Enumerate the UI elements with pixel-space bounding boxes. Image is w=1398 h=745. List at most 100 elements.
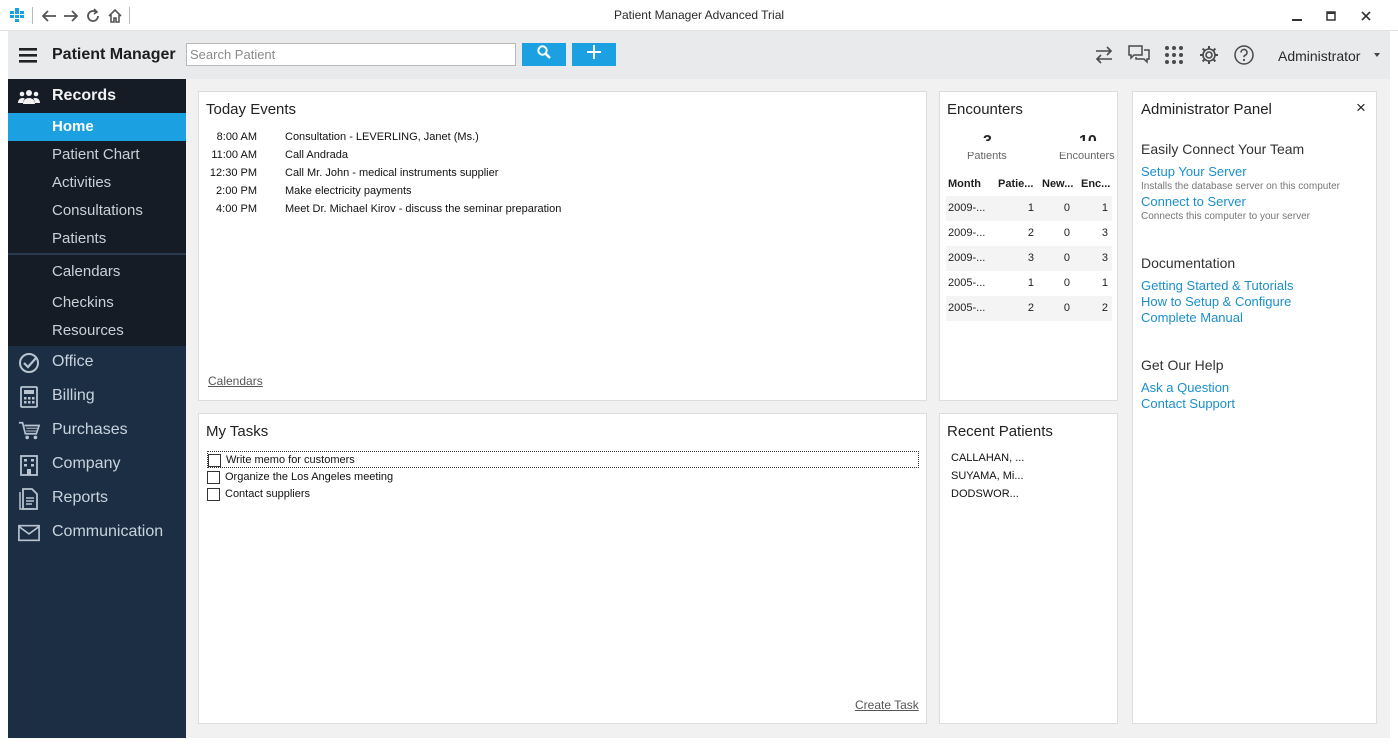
sidebar-item-activities[interactable]: Activities (8, 169, 186, 197)
task-label: Organize the Los Angeles meeting (225, 471, 394, 483)
sidebar-section-communication[interactable]: Communication (8, 515, 186, 549)
sidebar-item-patient-chart[interactable]: Patient Chart (8, 141, 186, 169)
user-menu[interactable]: Administrator (1278, 48, 1360, 64)
sidebar-item-patients[interactable]: Patients (8, 225, 186, 253)
task-checkbox[interactable] (207, 471, 220, 484)
table-row[interactable]: 2009-... 2 0 3 (946, 221, 1112, 246)
table-cell: 2009-... (948, 202, 986, 214)
table-cell: 2 (1027, 302, 1034, 314)
gear-icon[interactable] (1198, 44, 1220, 66)
recent-patients-title: Recent Patients (947, 423, 1053, 440)
sidebar-item-consultations[interactable]: Consultations (8, 197, 186, 225)
event-row[interactable]: 2:00 PM Make electricity payments (199, 185, 919, 203)
column-header[interactable]: Month (948, 178, 992, 190)
task-item[interactable]: Organize the Los Angeles meeting (207, 469, 919, 486)
encounters-table: Month Patie... New... Enc... 2009-... 1 … (946, 172, 1112, 321)
sidebar-section-records[interactable]: Records (8, 79, 186, 113)
connect-server-note: Connects this computer to your server (1141, 211, 1310, 222)
table-row[interactable]: 2009-... 3 0 3 (946, 246, 1112, 271)
chevron-down-icon[interactable] (1374, 53, 1380, 57)
admin-panel-title: Administrator Panel (1141, 101, 1272, 118)
task-label: Write memo for customers (226, 454, 355, 466)
search-input[interactable] (186, 43, 516, 66)
table-cell: 1 (1101, 202, 1108, 214)
sidebar-item-label: Resources (52, 322, 124, 339)
minimize-button[interactable] (1284, 6, 1310, 26)
table-cell: 0 (1063, 302, 1070, 314)
records-label: Records (52, 87, 117, 104)
sidebar-item-home[interactable]: Home (8, 113, 186, 141)
task-checkbox[interactable] (208, 454, 221, 467)
sidebar-item-checkins[interactable]: Checkins (8, 289, 186, 317)
close-icon[interactable]: × (1356, 98, 1366, 118)
event-row[interactable]: 11:00 AM Call Andrada (199, 149, 919, 167)
window-title: Patient Manager Advanced Trial (613, 8, 785, 22)
sidebar-section-reports[interactable]: Reports (8, 481, 186, 515)
table-row[interactable]: 2005-... 1 0 1 (946, 271, 1112, 296)
column-header[interactable]: Patie... (998, 178, 1033, 190)
event-row[interactable]: 12:30 PM Call Mr. John - medical instrum… (199, 167, 919, 185)
table-cell: 2009-... (948, 227, 986, 239)
sidebar-section-company[interactable]: Company (8, 447, 186, 481)
sidebar-item-resources[interactable]: Resources (8, 317, 186, 345)
search-icon (537, 45, 551, 64)
hamburger-menu-icon[interactable] (18, 45, 38, 65)
sidebar-section-billing[interactable]: Billing (8, 379, 186, 413)
column-header[interactable]: New... (1042, 178, 1073, 190)
task-item[interactable]: Write memo for customers (207, 451, 919, 468)
create-task-link[interactable]: Create Task (855, 698, 919, 712)
table-row[interactable]: 2009-... 1 0 1 (946, 196, 1112, 221)
table-cell: 2 (1027, 227, 1034, 239)
event-time: 12:30 PM (209, 167, 257, 179)
close-window-button[interactable] (1353, 6, 1379, 26)
sidebar-section-office[interactable]: Office (8, 345, 186, 379)
sidebar-section-purchases[interactable]: Purchases (8, 413, 186, 447)
event-text: Meet Dr. Michael Kirov - discuss the sem… (285, 203, 562, 215)
swap-arrows-icon[interactable] (1093, 44, 1115, 66)
setup-server-link[interactable]: Setup Your Server (1141, 164, 1247, 179)
table-cell: 1 (1027, 277, 1034, 289)
search-button[interactable] (522, 43, 566, 66)
ask-question-link[interactable]: Ask a Question (1141, 380, 1229, 395)
sidebar-item-calendars[interactable]: Calendars (8, 258, 186, 286)
connect-server-link[interactable]: Connect to Server (1141, 194, 1246, 209)
event-text: Consultation - LEVERLING, Janet (Ms.) (285, 131, 479, 143)
table-header-row: Month Patie... New... Enc... (946, 172, 1112, 196)
help-heading: Get Our Help (1141, 357, 1224, 373)
event-time: 8:00 AM (216, 131, 257, 143)
sidebar-item-label: Consultations (52, 202, 143, 219)
column-header[interactable]: Enc... (1081, 178, 1110, 190)
setup-configure-link[interactable]: How to Setup & Configure (1141, 294, 1291, 309)
recent-patient-item[interactable]: CALLAHAN, ... (951, 452, 1024, 464)
apps-grid-icon[interactable] (1163, 44, 1185, 66)
table-row[interactable]: 2005-... 2 0 2 (946, 296, 1112, 321)
recent-patient-item[interactable]: SUYAMA, Mi... (951, 470, 1024, 482)
complete-manual-link[interactable]: Complete Manual (1141, 310, 1243, 325)
encounters-title: Encounters (947, 101, 1023, 118)
contact-support-link[interactable]: Contact Support (1141, 396, 1235, 411)
task-checkbox[interactable] (207, 488, 220, 501)
sidebar-item-label: Patient Chart (52, 146, 140, 163)
sidebar-section-label: Purchases (52, 421, 128, 438)
chat-icon[interactable] (1128, 44, 1150, 66)
table-cell: 0 (1063, 277, 1070, 289)
add-button[interactable] (572, 43, 616, 66)
encounters-panel: Encounters 3 10 Patients Encounters Mont… (939, 91, 1118, 401)
table-cell: 2005-... (948, 302, 986, 314)
event-row[interactable]: 8:00 AM Consultation - LEVERLING, Janet … (199, 131, 919, 149)
event-time: 11:00 AM (211, 149, 257, 161)
task-item[interactable]: Contact suppliers (207, 486, 919, 503)
my-tasks-title: My Tasks (206, 423, 269, 440)
table-cell: 1 (1101, 277, 1108, 289)
connect-heading: Easily Connect Your Team (1141, 141, 1305, 157)
plus-icon (586, 44, 602, 65)
table-cell: 2009-... (948, 252, 986, 264)
help-icon[interactable] (1233, 44, 1255, 66)
getting-started-link[interactable]: Getting Started & Tutorials (1141, 278, 1293, 293)
recent-patient-item[interactable]: DODSWOR... (951, 488, 1019, 500)
today-events-panel: Today Events 8:00 AM Consultation - LEVE… (198, 91, 927, 401)
today-events-title: Today Events (206, 101, 297, 118)
calendars-link[interactable]: Calendars (208, 374, 263, 388)
event-row[interactable]: 4:00 PM Meet Dr. Michael Kirov - discuss… (199, 203, 919, 221)
maximize-button[interactable] (1318, 6, 1344, 26)
